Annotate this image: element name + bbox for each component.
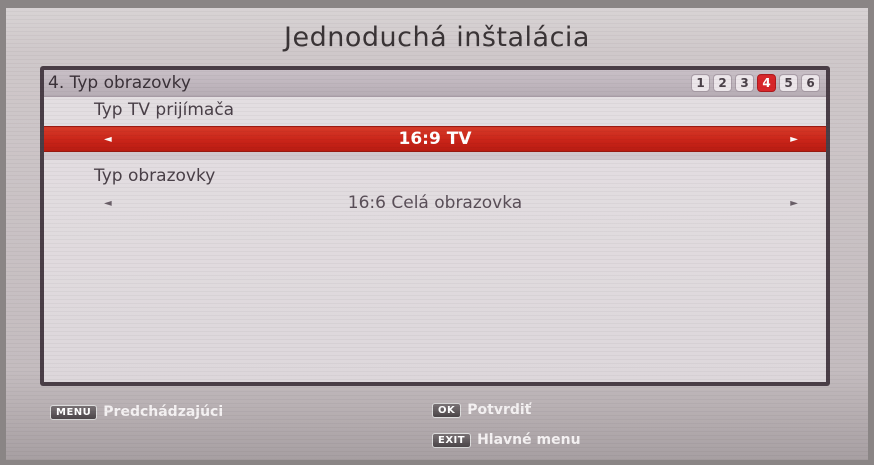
page-title: Jednoduchá inštalácia <box>284 22 590 53</box>
step-indicator: 1 2 3 4 5 6 <box>691 74 820 92</box>
hint-previous[interactable]: MENU Predchádzajúci <box>50 404 223 420</box>
footer-hints: MENU Predchádzajúci OK Potvrdiť EXIT Hla… <box>6 392 868 460</box>
tv-type-selector[interactable]: ◄ 16:9 TV ► <box>44 126 826 152</box>
setup-panel: 4. Typ obrazovky 1 2 3 4 5 6 Typ TV prij… <box>40 66 830 386</box>
panel-body: 4. Typ obrazovky 1 2 3 4 5 6 Typ TV prij… <box>44 70 826 382</box>
tv-type-value: 16:9 TV <box>398 129 472 149</box>
tv-type-label: Typ TV prijímača <box>94 100 235 120</box>
arrow-right-icon[interactable]: ► <box>790 198 798 209</box>
step-4-active: 4 <box>757 74 776 92</box>
arrow-right-icon[interactable]: ► <box>790 134 798 145</box>
step-2: 2 <box>713 74 732 92</box>
menu-key-icon: MENU <box>50 404 98 420</box>
hint-main-menu[interactable]: EXIT Hlavné menu <box>432 432 581 448</box>
screen-type-label: Typ obrazovky <box>94 166 216 186</box>
step-1: 1 <box>691 74 710 92</box>
previous-label: Predchádzajúci <box>103 404 224 420</box>
step-3: 3 <box>735 74 754 92</box>
step-6: 6 <box>801 74 820 92</box>
hint-confirm[interactable]: OK Potvrdiť <box>432 402 531 418</box>
step-title: 4. Typ obrazovky <box>48 73 191 93</box>
screen-type-selector[interactable]: ◄ 16:6 Celá obrazovka ► <box>44 191 826 215</box>
ok-key-icon: OK <box>432 402 462 418</box>
exit-key-icon: EXIT <box>432 432 472 448</box>
row-separator <box>44 152 826 160</box>
screen-type-value: 16:6 Celá obrazovka <box>347 193 523 213</box>
step-5: 5 <box>779 74 798 92</box>
panel-header: 4. Typ obrazovky 1 2 3 4 5 6 <box>44 70 826 97</box>
confirm-label: Potvrdiť <box>467 402 532 418</box>
main-menu-label: Hlavné menu <box>477 432 581 448</box>
tv-screen: Jednoduchá inštalácia 4. Typ obrazovky 1… <box>6 8 868 460</box>
